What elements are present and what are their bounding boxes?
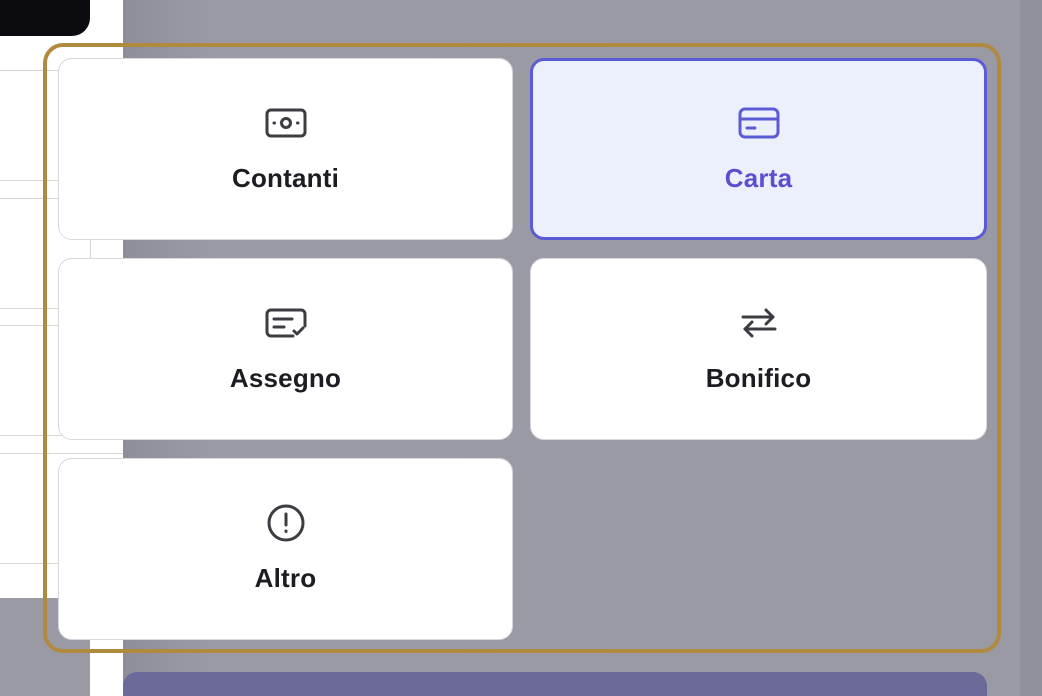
payment-method-grid: Contanti Carta Assegno Bonifico Altro — [58, 58, 987, 640]
payment-option-assegno[interactable]: Assegno — [58, 258, 513, 440]
background-header-tab — [0, 0, 90, 36]
payment-option-carta[interactable]: Carta — [530, 58, 987, 240]
payment-option-label: Altro — [254, 562, 317, 593]
payment-option-label: Bonifico — [705, 362, 812, 393]
payment-option-contanti[interactable]: Contanti — [58, 58, 513, 240]
alert-circle-icon — [264, 504, 308, 541]
transfer-arrows-icon — [737, 305, 781, 341]
check-icon — [264, 305, 308, 341]
payment-option-label: Assegno — [229, 362, 342, 393]
payment-option-label: Carta — [724, 162, 793, 193]
payment-option-bonifico[interactable]: Bonifico — [530, 258, 987, 440]
cash-icon — [264, 105, 308, 141]
credit-card-icon — [737, 105, 781, 141]
confirm-button[interactable] — [123, 672, 987, 696]
scrollbar-track — [1020, 0, 1042, 696]
payment-option-label: Contanti — [231, 162, 340, 193]
payment-option-altro[interactable]: Altro — [58, 458, 513, 640]
